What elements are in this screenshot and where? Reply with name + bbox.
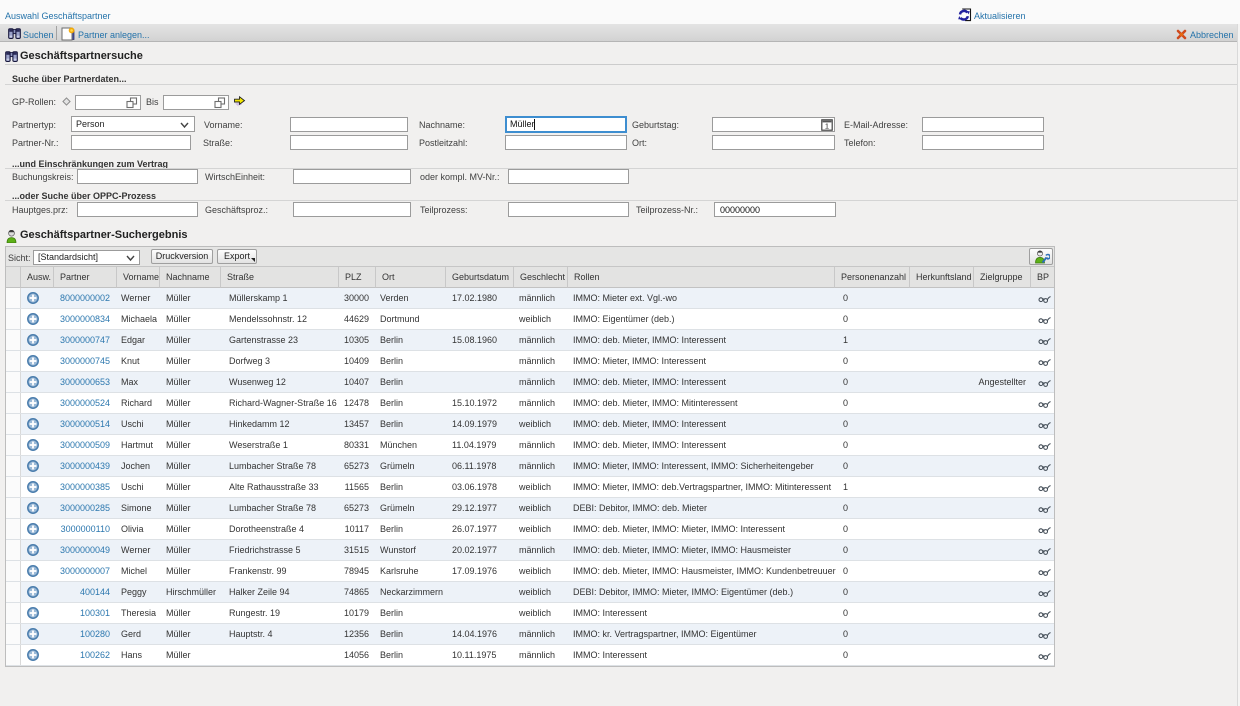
svg-text:1: 1 <box>825 122 829 131</box>
